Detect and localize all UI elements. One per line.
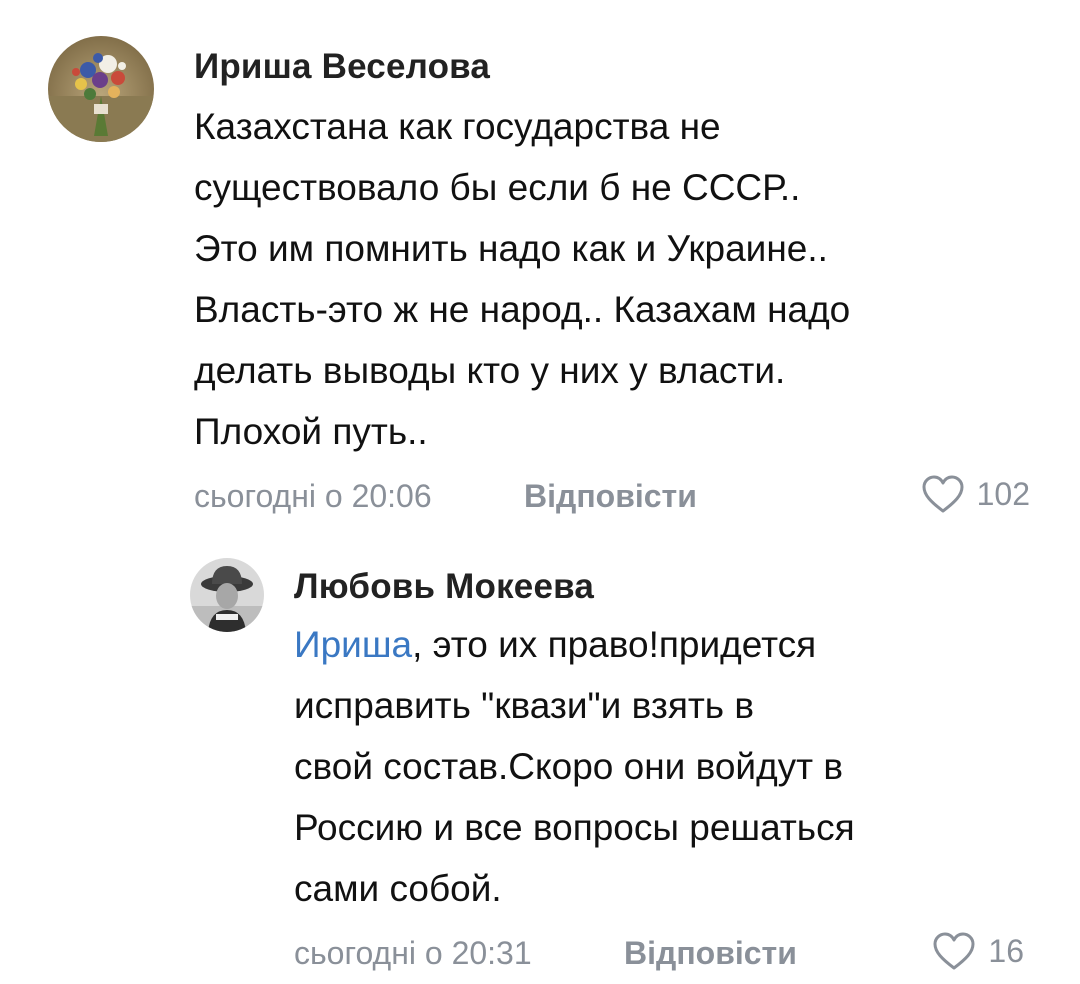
heart-icon (922, 475, 964, 513)
reply-button[interactable]: Відповісти (524, 478, 697, 515)
mention-link[interactable]: Ириша (294, 624, 412, 665)
heart-icon (933, 932, 975, 970)
flower-bouquet-avatar-icon (48, 36, 154, 142)
reply-button[interactable]: Відповісти (624, 935, 797, 972)
comment-author[interactable]: Любовь Мокеева (294, 562, 1044, 612)
comment-timestamp: сьогодні о 20:31 (294, 935, 532, 971)
comments-page: Ириша Веселова Казахстана как государств… (0, 0, 1080, 984)
like-count: 102 (976, 475, 1030, 512)
like-button[interactable]: 16 (932, 931, 1024, 971)
comment-text: Ириша, это их право!придется исправить "… (294, 614, 1044, 919)
like-count: 16 (988, 932, 1024, 969)
comment-meta: сьогодні о 20:06 Відповісти 102 (194, 472, 1044, 522)
woman-in-hat-avatar-icon (190, 558, 264, 632)
comment-timestamp: сьогодні о 20:06 (194, 478, 432, 514)
comment-author[interactable]: Ириша Веселова (194, 43, 1044, 91)
avatar[interactable] (48, 36, 154, 142)
like-button[interactable]: 102 (921, 474, 1030, 514)
avatar[interactable] (190, 558, 264, 632)
comment-text-body: , это их право!придется исправить "квази… (294, 624, 855, 909)
comment-meta: сьогодні о 20:31 Відповісти 16 (294, 929, 1044, 979)
comment-text: Казахстана как государства не существова… (194, 106, 851, 452)
